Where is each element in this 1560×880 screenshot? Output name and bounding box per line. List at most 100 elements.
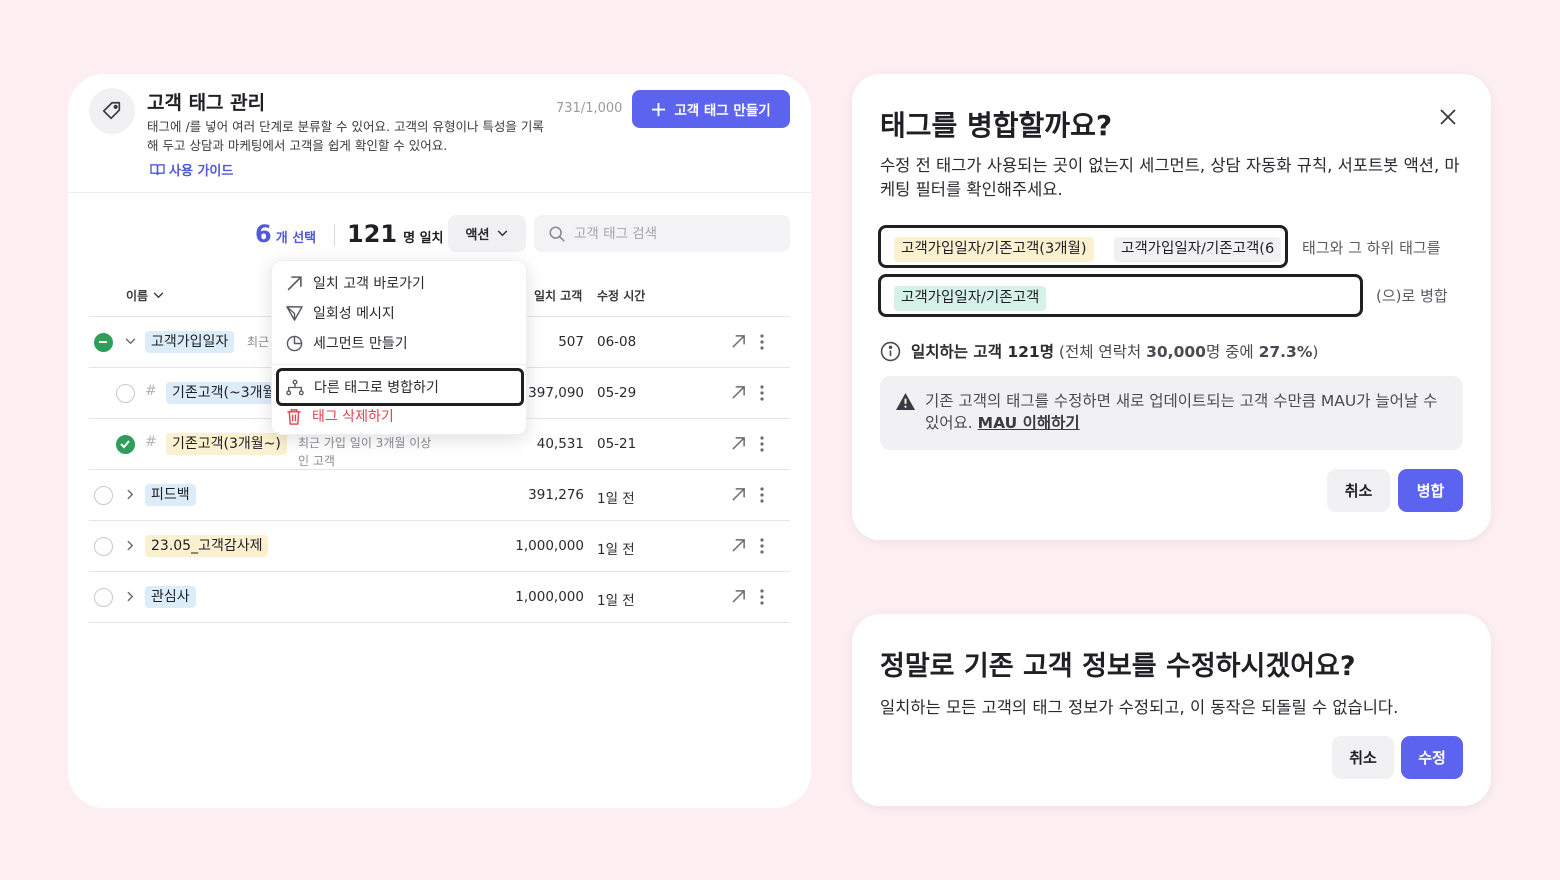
guide-link[interactable]: 사용 가이드 — [150, 160, 233, 179]
check-icon — [120, 440, 130, 449]
count-divider — [334, 224, 335, 246]
more-icon[interactable] — [759, 384, 765, 402]
menu-item-label: 일치 고객 바로가기 — [313, 276, 425, 292]
tag-count: 731/1,000 — [556, 101, 623, 116]
match-cell: 1,000,000 — [515, 589, 584, 605]
row-checkbox[interactable] — [94, 537, 113, 556]
merge-icon — [286, 379, 304, 395]
cancel-button[interactable]: 취소 — [1332, 736, 1394, 779]
menu-divider — [272, 364, 528, 365]
menu-item-delete-tag[interactable]: 태그 삭제하기 — [286, 406, 394, 426]
menu-item-merge-tag[interactable]: 다른 태그로 병합하기 — [286, 377, 439, 397]
more-icon[interactable] — [759, 486, 765, 504]
modal-title: 정말로 기존 고객 정보를 수정하시겠어요? — [880, 651, 1356, 682]
modified-cell: 06-08 — [597, 334, 637, 350]
chevron-down-icon — [498, 230, 508, 237]
menu-item-label: 태그 삭제하기 — [312, 409, 394, 425]
search-input[interactable] — [574, 225, 774, 242]
menu-item-label: 다른 태그로 병합하기 — [314, 380, 439, 396]
chevron-right-icon[interactable] — [127, 489, 134, 500]
modify-button[interactable]: 수정 — [1401, 736, 1463, 779]
source-tag-chip: 고객가입일자/기존고객(6 — [1114, 237, 1282, 262]
match-count-label: 명 일치 — [403, 231, 444, 246]
table-row[interactable]: 23.05_고객감사제 1,000,000 1일 전 — [89, 521, 790, 572]
column-header-name[interactable]: 이름 — [126, 287, 164, 304]
row-checkbox[interactable] — [94, 333, 113, 352]
tag-chip: 고객가입일자 — [145, 331, 235, 353]
menu-item-create-segment[interactable]: 세그먼트 만들기 — [286, 333, 408, 353]
open-arrow-icon[interactable] — [731, 385, 746, 400]
merge-button[interactable]: 병합 — [1398, 469, 1463, 512]
tag-chip: 피드백 — [145, 484, 196, 506]
action-dropdown-label: 액션 — [465, 228, 490, 243]
open-arrow-icon[interactable] — [731, 334, 746, 349]
hash-icon: # — [145, 434, 157, 450]
open-arrow-icon[interactable] — [731, 436, 746, 451]
target-suffix: (으)로 병합 — [1376, 287, 1448, 305]
match-info-percent: 27.3% — [1258, 343, 1313, 361]
menu-item-one-time-message[interactable]: 일회성 메시지 — [286, 303, 395, 323]
tag-description-line: 최근 가입 일이 3개월 이상 — [298, 436, 432, 450]
column-header-modified[interactable]: 수정 시간 — [597, 287, 645, 304]
search-box[interactable] — [534, 215, 790, 252]
page-description: 태그에 /를 넣어 여러 단계로 분류할 수 있어요. 고객의 유형이나 특성을… — [147, 119, 544, 153]
open-arrow-icon[interactable] — [731, 589, 746, 604]
menu-item-go-to-customers[interactable]: 일치 고객 바로가기 — [286, 273, 425, 293]
header-divider — [68, 192, 811, 193]
column-header-name-label: 이름 — [126, 289, 149, 303]
source-tags-box: 고객가입일자/기존고객(3개월) 고객가입일자/기존고객(6 — [878, 225, 1288, 268]
modified-cell: 1일 전 — [597, 542, 635, 558]
row-checkbox[interactable] — [94, 486, 113, 505]
tag-manager-panel: 고객 태그 관리 태그에 /를 넣어 여러 단계로 분류할 수 있어요. 고객의… — [68, 74, 811, 808]
match-cell: 397,090 — [528, 385, 584, 401]
more-icon[interactable] — [759, 435, 765, 453]
plus-icon — [652, 102, 666, 116]
column-header-match[interactable]: 일치 고객 — [534, 287, 582, 304]
modified-cell: 05-29 — [597, 385, 637, 401]
warning-text: 기존 고객의 태그를 수정하면 새로 업데이트되는 고객 수만큼 MAU가 늘어… — [925, 390, 1455, 434]
more-icon[interactable] — [759, 588, 765, 606]
mau-guide-link[interactable]: MAU 이해하기 — [978, 414, 1080, 432]
menu-item-label: 일회성 메시지 — [313, 306, 395, 322]
match-info-text: 명 중에 — [1205, 343, 1259, 361]
match-info-label: 일치하는 고객 121명 — [911, 343, 1054, 361]
source-tag-chip: 고객가입일자/기존고객(3개월) — [894, 237, 1094, 262]
trash-icon — [287, 408, 301, 425]
more-icon[interactable] — [759, 537, 765, 555]
more-icon[interactable] — [759, 333, 765, 351]
modal-description: 수정 전 태그가 사용되는 곳이 없는지 세그먼트, 상담 자동화 규칙, 서포… — [880, 156, 1460, 199]
match-count-number: 121 — [347, 220, 398, 248]
tag-description: 최근 가입 일이 3개월 이상 인 고객 — [298, 434, 431, 470]
guide-link-label: 사용 가이드 — [169, 164, 234, 179]
row-checkbox[interactable] — [116, 435, 135, 454]
tag-chip: 관심사 — [145, 586, 196, 608]
modified-cell: 1일 전 — [597, 491, 635, 507]
table-row[interactable]: 피드백 391,276 1일 전 — [89, 470, 790, 521]
open-arrow-icon[interactable] — [731, 538, 746, 553]
open-arrow-icon[interactable] — [731, 487, 746, 502]
pie-chart-icon — [286, 335, 303, 351]
source-suffix: 태그와 그 하위 태그를 — [1302, 239, 1441, 257]
row-checkbox[interactable] — [94, 588, 113, 607]
tag-chip: 기존고객(3개월~) — [166, 433, 287, 455]
minus-icon — [99, 341, 107, 343]
chevron-right-icon[interactable] — [127, 540, 134, 551]
warning-box: 기존 고객의 태그를 수정하면 새로 업데이트되는 고객 수만큼 MAU가 늘어… — [880, 376, 1463, 450]
cancel-button[interactable]: 취소 — [1327, 469, 1390, 512]
close-icon[interactable] — [1438, 107, 1458, 127]
target-tag-input[interactable]: 고객가입일자/기존고객 — [878, 274, 1363, 317]
warning-icon — [896, 392, 915, 411]
modal-description: 일치하는 모든 고객의 태그 정보가 수정되고, 이 동작은 되돌릴 수 없습니… — [880, 698, 1399, 717]
create-tag-button[interactable]: 고객 태그 만들기 — [632, 90, 790, 128]
arrow-up-right-icon — [287, 275, 302, 290]
match-info-total: 30,000 — [1146, 343, 1206, 361]
row-checkbox[interactable] — [116, 384, 135, 403]
chevron-down-icon[interactable] — [125, 338, 136, 345]
info-icon — [880, 341, 901, 361]
action-dropdown[interactable]: 액션 — [448, 215, 526, 252]
selected-count: 6 개 선택 — [255, 220, 316, 248]
tag-description: 최근 — [247, 335, 270, 349]
page-title: 고객 태그 관리 — [147, 92, 266, 114]
chevron-right-icon[interactable] — [127, 591, 134, 602]
table-row[interactable]: 관심사 1,000,000 1일 전 — [89, 572, 790, 623]
